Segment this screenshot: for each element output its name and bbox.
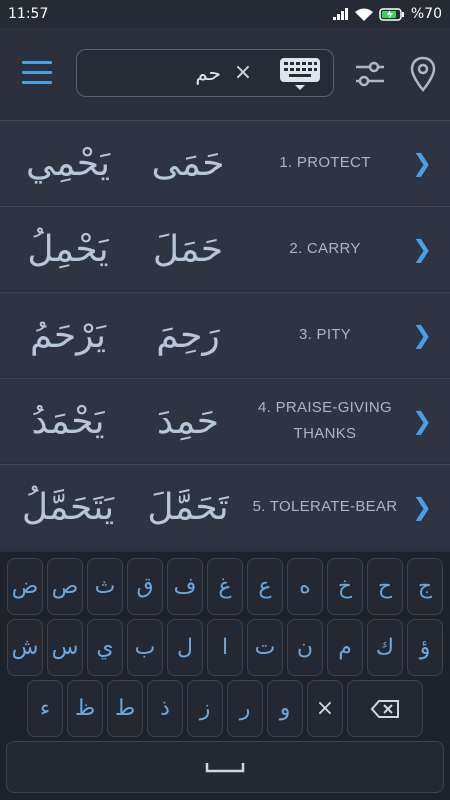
key[interactable]: ع — [247, 558, 283, 615]
status-icons: %70 — [332, 6, 442, 22]
key[interactable]: ف — [167, 558, 203, 615]
verb-meaning: 5. TOLERATE-BEAR — [252, 498, 398, 515]
search-input[interactable] — [89, 56, 221, 90]
past-verb: حَمَى — [151, 142, 225, 184]
top-bar: × — [0, 28, 450, 120]
clear-icon[interactable]: × — [231, 61, 255, 85]
battery-icon — [379, 7, 404, 21]
key[interactable]: ذ — [147, 680, 183, 737]
past-verb: رَحِمَ — [156, 314, 220, 356]
past-verb: حَمَلَ — [152, 228, 224, 270]
status-time: 11:57 — [8, 6, 49, 22]
key[interactable]: م — [327, 619, 363, 676]
search-box[interactable]: × — [76, 49, 334, 97]
key[interactable]: ح — [367, 558, 403, 615]
key[interactable]: ؤ — [407, 619, 443, 676]
wifi-icon — [354, 8, 373, 21]
list-item[interactable]: يَحْمِي حَمَى 1. PROTECT ❯ — [0, 120, 450, 204]
space-icon — [205, 763, 245, 773]
key[interactable]: س — [47, 619, 83, 676]
key[interactable]: ك — [367, 619, 403, 676]
signal-icon — [332, 8, 348, 20]
location-pin-icon[interactable] — [410, 56, 436, 92]
keyboard-row-3: ء ظ ط ذ ز ر و × — [4, 680, 446, 737]
key[interactable]: ه — [287, 558, 323, 615]
key[interactable]: ش — [7, 619, 43, 676]
key[interactable]: ل — [167, 619, 203, 676]
past-verb: تَحَمَّلَ — [147, 486, 229, 528]
filter-icon[interactable] — [354, 57, 386, 91]
chevron-right-icon[interactable]: ❯ — [410, 293, 434, 377]
battery-percent: %70 — [410, 6, 442, 22]
chevron-right-icon[interactable]: ❯ — [410, 379, 434, 463]
verb-meaning: 1. PROTECT — [279, 154, 371, 171]
menu-icon[interactable] — [20, 56, 56, 92]
key[interactable]: ج — [407, 558, 443, 615]
results-list: يَحْمِي حَمَى 1. PROTECT ❯ يَحْمِلُ حَمَ… — [0, 120, 450, 550]
key[interactable]: و — [267, 680, 303, 737]
space-key[interactable] — [6, 741, 444, 793]
present-verb: يَرْحَمُ — [29, 314, 107, 356]
present-verb: يَحْمِلُ — [27, 228, 109, 270]
key[interactable]: ر — [227, 680, 263, 737]
key[interactable]: ث — [87, 558, 123, 615]
verb-meaning: 3. PITY — [298, 326, 352, 343]
key[interactable]: ت — [247, 619, 283, 676]
list-item[interactable]: يَرْحَمُ رَحِمَ 3. PITY ❯ — [0, 292, 450, 376]
key[interactable]: غ — [207, 558, 243, 615]
chevron-right-icon[interactable]: ❯ — [410, 121, 434, 205]
status-bar: 11:57 %70 — [0, 0, 450, 28]
key[interactable]: ن — [287, 619, 323, 676]
key[interactable]: خ — [327, 558, 363, 615]
past-verb: حَمِدَ — [157, 400, 219, 442]
keyboard-icon[interactable] — [279, 57, 321, 91]
key[interactable]: ب — [127, 619, 163, 676]
chevron-right-icon[interactable]: ❯ — [410, 207, 434, 291]
list-item[interactable]: يَتَحَمَّلُ تَحَمَّلَ 5. TOLERATE-BEAR ❯ — [0, 464, 450, 548]
present-verb: يَحْمَدُ — [31, 400, 105, 442]
backspace-key[interactable] — [347, 680, 423, 737]
keyboard-row-2: ش س ي ب ل ا ت ن م ك ؤ — [4, 619, 446, 676]
key[interactable]: ي — [87, 619, 123, 676]
present-verb: يَتَحَمَّلُ — [21, 486, 115, 528]
arabic-keyboard: ض ص ث ق ف غ ع ه خ ح ج ش س ي ب ل ا ت ن م … — [0, 552, 450, 800]
present-verb: يَحْمِي — [25, 142, 111, 184]
keyboard-row-1: ض ص ث ق ف غ ع ه خ ح ج — [4, 558, 446, 615]
key[interactable]: ا — [207, 619, 243, 676]
chevron-right-icon[interactable]: ❯ — [410, 465, 434, 549]
verb-meaning: 2. CARRY — [289, 240, 361, 257]
key[interactable]: ط — [107, 680, 143, 737]
key[interactable]: ز — [187, 680, 223, 737]
key[interactable]: ق — [127, 558, 163, 615]
list-item[interactable]: يَحْمَدُ حَمِدَ 4. PRAISE-GIVING THANKS … — [0, 378, 450, 462]
list-item[interactable]: يَحْمِلُ حَمَلَ 2. CARRY ❯ — [0, 206, 450, 290]
key-clear[interactable]: × — [307, 680, 343, 737]
key[interactable]: ظ — [67, 680, 103, 737]
key[interactable]: ض — [7, 558, 43, 615]
key[interactable]: ص — [47, 558, 83, 615]
verb-meaning: 4. PRAISE-GIVING THANKS — [258, 399, 392, 442]
key[interactable]: ء — [27, 680, 63, 737]
backspace-icon — [370, 699, 399, 718]
keyboard-row-4 — [4, 741, 446, 793]
